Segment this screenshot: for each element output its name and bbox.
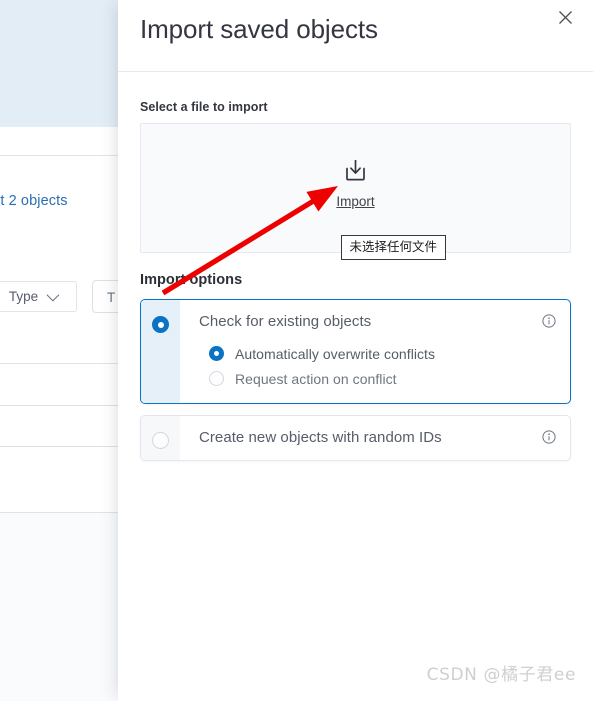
conflict-sub-options: Automatically overwrite conflicts Reques… [199,341,570,391]
sub-option-label: Automatically overwrite conflicts [235,345,436,362]
no-file-selected-tooltip: 未选择任何文件 [340,235,447,260]
background-header-separator [0,155,118,156]
info-circle-icon[interactable] [542,430,556,444]
import-file-link[interactable]: Import [336,194,374,209]
option-radio-gutter [141,300,180,403]
file-dropzone[interactable]: Import 未选择任何文件 [140,123,571,260]
info-circle-icon[interactable] [542,314,556,328]
type-filter-label: Type [8,289,39,304]
background-banner [0,0,118,127]
option-title: Check for existing objects [199,313,372,330]
option-title: Create new objects with random IDs [199,429,442,446]
table-row-separator [0,446,118,447]
watermark: CSDN @橘子君ee [426,665,576,685]
import-tray-download-icon [342,157,369,184]
page-title: Import saved objects [140,14,378,44]
close-icon[interactable] [554,6,576,28]
background-footer [0,513,118,701]
radio-auto-overwrite[interactable] [209,346,224,361]
file-field-label: Select a file to import [140,100,268,114]
radio-check-existing[interactable] [152,316,169,333]
chevron-down-icon [46,288,60,302]
background-page: Export 2 objects Type T [0,0,125,701]
radio-create-random-ids[interactable] [152,432,169,449]
option-radio-gutter [141,416,180,460]
table-row-separator [0,363,118,364]
modal-header: Import saved objects [118,0,593,72]
radio-request-action[interactable] [209,371,224,386]
sub-option-request-action[interactable]: Request action on conflict [209,366,570,391]
sub-option-auto-overwrite[interactable]: Automatically overwrite conflicts [209,341,570,366]
option-content: Check for existing objects Automatically… [180,300,570,403]
table-row-separator [0,405,118,406]
sub-option-label: Request action on conflict [235,370,397,387]
import-options-label: Import options [140,272,243,288]
option-card-create-random-ids[interactable]: Create new objects with random IDs [140,415,571,461]
export-objects-link[interactable]: Export 2 objects [0,193,122,209]
import-saved-objects-flyout: Import saved objects Select a file to im… [118,0,593,701]
type-filter-dropdown[interactable]: Type [0,281,77,312]
option-card-check-existing[interactable]: Check for existing objects Automatically… [140,299,571,404]
option-content: Create new objects with random IDs [180,416,570,460]
modal-body: Select a file to import Import 未选择任何文件 I… [118,100,593,461]
